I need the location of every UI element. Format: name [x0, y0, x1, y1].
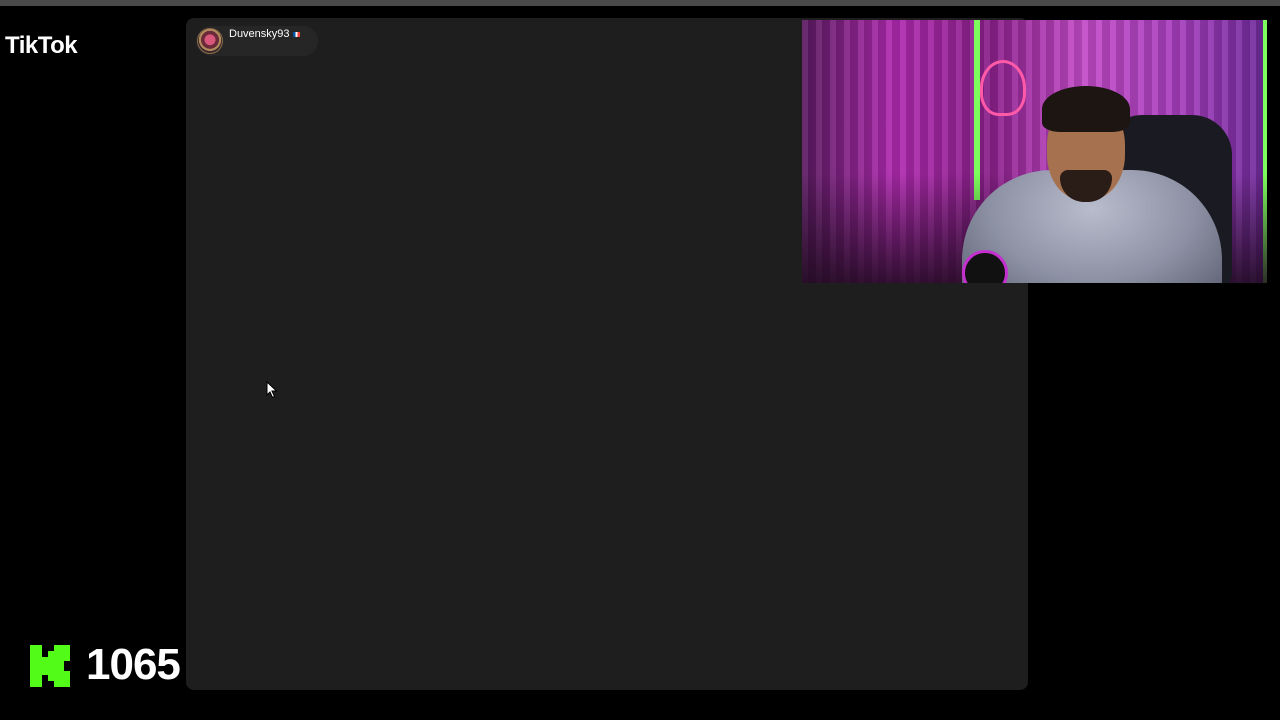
- avatar[interactable]: [197, 28, 223, 54]
- streamer-hair: [1042, 86, 1130, 132]
- neon-sign: [980, 60, 1026, 116]
- kick-logo-icon: [30, 645, 70, 687]
- kick-follower-count: 1065: [86, 640, 181, 689]
- fr-flag-icon: [292, 31, 300, 37]
- tiktok-logo[interactable]: TikTok: [5, 32, 78, 60]
- top-strip: [0, 0, 1280, 6]
- streamer-info-pill[interactable]: Duvensky93: [196, 26, 318, 56]
- webcam-overlay: [802, 20, 1267, 283]
- streamer-username[interactable]: Duvensky93: [229, 28, 290, 40]
- mouse-cursor-icon: [266, 381, 278, 399]
